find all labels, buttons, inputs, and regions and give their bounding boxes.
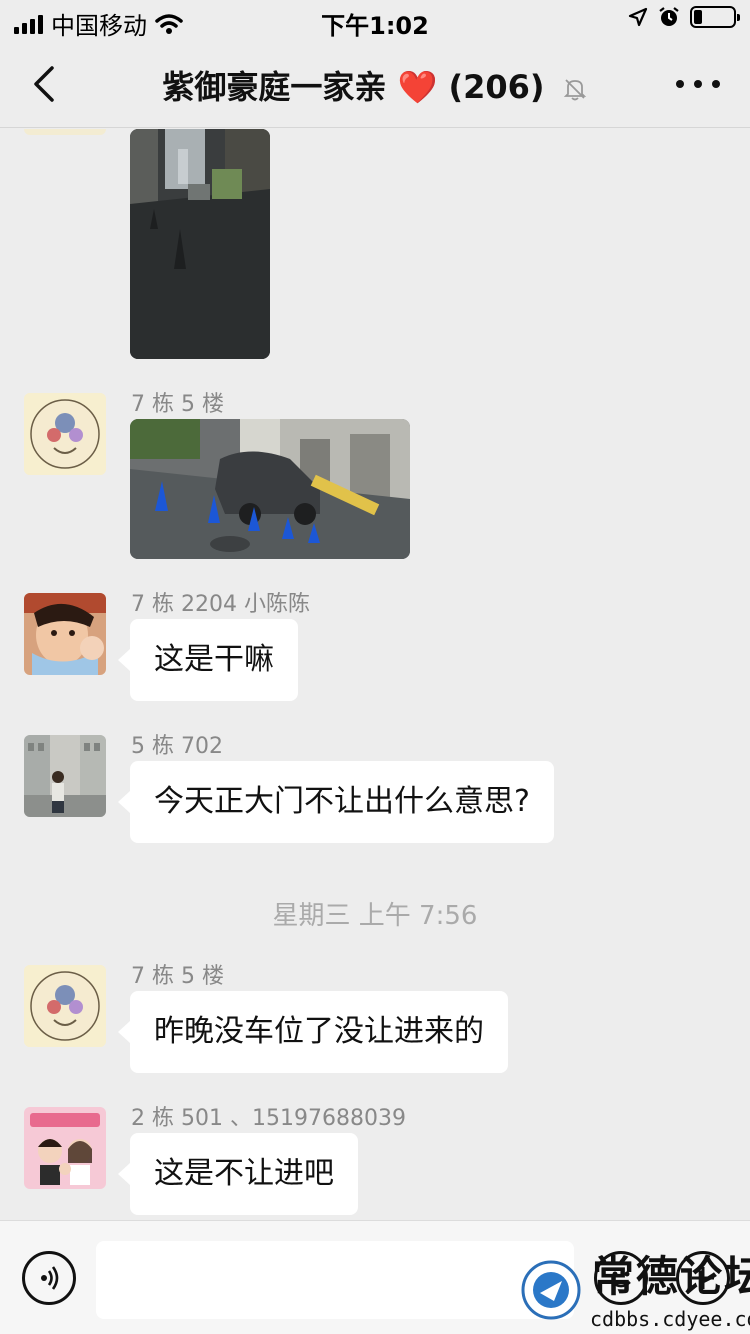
- avatar[interactable]: [24, 965, 106, 1047]
- input-bar: 常德论坛 cdbbs.cdyee.com: [0, 1220, 750, 1334]
- sender-name: 7 栋 5 楼: [131, 964, 224, 989]
- message-bubble[interactable]: 这是不让进吧: [118, 1133, 358, 1215]
- more-options-button[interactable]: [676, 70, 720, 98]
- location-icon: [628, 7, 648, 27]
- battery-icon: [690, 6, 740, 28]
- chat-title: 紫御豪庭一家亲 ❤️ (206): [100, 62, 650, 108]
- chat-message-list[interactable]: 7 栋 5 楼 7 栋 2204 小陈陈 这是干嘛 5 栋 702 今天正大门不…: [0, 129, 750, 1220]
- mute-bell-icon: [563, 79, 586, 101]
- avatar[interactable]: [24, 1107, 106, 1189]
- dot-icon: [712, 80, 720, 88]
- sender-name: 2 栋 501 、15197688039: [131, 1106, 406, 1131]
- back-icon[interactable]: [22, 60, 70, 108]
- message-bubble[interactable]: 这是干嘛: [118, 619, 298, 701]
- sender-name: 7 栋 5 楼: [131, 392, 224, 417]
- group-name: 紫御豪庭一家亲: [162, 68, 387, 106]
- message-input[interactable]: [96, 1241, 574, 1319]
- status-bar-right: [628, 6, 740, 28]
- dot-icon: [694, 80, 702, 88]
- heart-emoji: ❤️: [397, 68, 438, 106]
- message-image[interactable]: [130, 419, 410, 559]
- dot-icon: [676, 80, 684, 88]
- status-bar: 中国移动 下午1:02: [0, 0, 750, 40]
- avatar[interactable]: [24, 393, 106, 475]
- alarm-icon: [659, 7, 679, 26]
- sender-name: 7 栋 2204 小陈陈: [131, 592, 310, 617]
- avatar[interactable]: [24, 593, 106, 675]
- voice-icon: [41, 1266, 59, 1290]
- watermark-text: 常德论坛: [592, 1252, 750, 1301]
- member-count: (206): [448, 68, 545, 106]
- avatar[interactable]: [24, 735, 106, 817]
- sender-name: 5 栋 702: [131, 734, 223, 759]
- watermark-url: cdbbs.cdyee.com: [590, 1307, 750, 1331]
- message-image[interactable]: [130, 129, 270, 359]
- message-bubble[interactable]: 今天正大门不让出什么意思?: [118, 761, 554, 843]
- forum-logo-icon: [521, 1260, 581, 1320]
- message-bubble[interactable]: 昨晚没车位了没让进来的: [118, 991, 508, 1073]
- time-divider: 星期三 上午 7:56: [272, 901, 478, 931]
- avatar[interactable]: [24, 129, 106, 135]
- voice-input-button[interactable]: [22, 1251, 76, 1305]
- battery-fill: [694, 10, 702, 24]
- chat-header: 紫御豪庭一家亲 ❤️ (206): [0, 40, 750, 128]
